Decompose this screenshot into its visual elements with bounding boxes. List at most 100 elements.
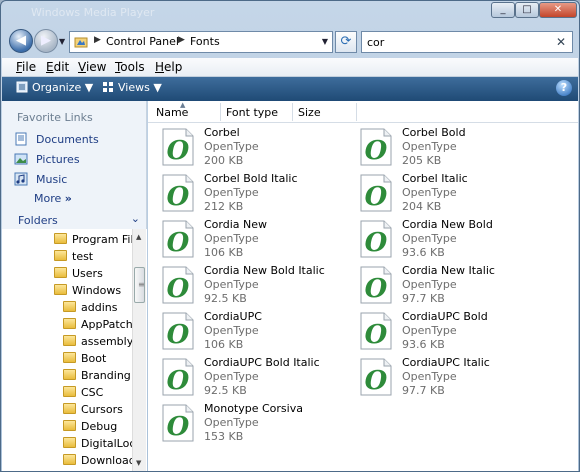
tree-item-addins[interactable]: addins [63,301,117,317]
breadcrumb-chevron-icon[interactable]: ▶ [94,35,101,45]
tree-item-downloaded[interactable]: Download [63,454,136,470]
tree-item-digitallocker[interactable]: DigitalLock [63,437,142,453]
tree-item-label: addins [81,301,118,314]
window-title: Windows Media Player [31,6,155,19]
tree-item-test[interactable]: test [54,250,93,266]
menu-help[interactable]: Help [155,60,182,74]
font-name: CordiaUPC Bold [402,310,488,323]
breadcrumb-chevron-icon[interactable]: ▶ [178,35,185,45]
column-name[interactable]: Name [156,106,188,119]
folder-icon [63,437,76,448]
maximize-button[interactable]: □ [515,2,539,18]
back-button[interactable]: ◀ [9,29,33,53]
address-dropdown-icon[interactable]: ▼ [322,37,328,46]
tree-item-csc[interactable]: CSC [63,386,103,402]
breadcrumb-control-panel[interactable]: Control Panel [106,35,179,48]
menu-help-label: elp [164,60,183,74]
title-bar: Windows Media Player _ □ ✕ [1,1,579,25]
tree-item-windows[interactable]: Windows [54,284,121,300]
organize-button[interactable]: Organize ▼ [16,81,93,94]
font-name: Corbel Bold [402,126,466,139]
forward-button[interactable]: ▶ [34,29,58,53]
column-divider[interactable] [220,103,221,121]
folders-header[interactable]: Folders ⌄ [6,211,144,229]
font-item[interactable]: O Corbel OpenType 200 KB [150,125,350,169]
tree-item-label: Users [72,267,103,280]
menu-file[interactable]: File [16,60,36,74]
font-item[interactable]: O Monotype Corsiva OpenType 153 KB [150,401,350,445]
menu-view[interactable]: View [78,60,106,74]
tree-item-users[interactable]: Users [54,267,103,283]
font-item[interactable]: O Corbel Italic OpenType 204 KB [348,171,548,215]
tree-item-program-files[interactable]: Program File [54,233,140,249]
font-size: 92.5 KB [204,384,247,397]
minimize-button[interactable]: _ [491,2,515,18]
font-item[interactable]: O CordiaUPC OpenType 106 KB [150,309,350,353]
font-item[interactable]: O Corbel Bold Italic OpenType 212 KB [150,171,350,215]
tree-item-debug[interactable]: Debug [63,420,117,436]
folder-icon [63,420,76,431]
help-icon[interactable]: ? [556,80,572,96]
scroll-thumb[interactable]: ≡ [134,267,145,303]
recent-pages-dropdown[interactable]: ▼ [59,37,65,46]
opentype-font-icon: O [360,174,392,212]
tree-item-label: test [72,250,94,263]
tree-item-assembly[interactable]: assembly [63,335,133,351]
folder-tree: Program File test Users Windows addins A… [2,229,147,471]
opentype-font-icon: O [360,358,392,396]
documents-icon [15,132,27,146]
font-size: 97.7 KB [402,292,445,305]
nav-link-pictures[interactable]: Pictures [36,153,80,166]
address-row: ◀ ▶ ▼ ▶ Control Panel ▶ Fonts ▼ ⟳ cor ✕ [1,27,579,57]
search-input[interactable]: cor ✕ [361,31,573,53]
folder-icon [63,386,76,397]
close-button[interactable]: ✕ [539,2,577,18]
column-divider[interactable] [292,103,293,121]
column-header-row: ▲ Name Font type Size [148,101,578,123]
navigation-pane: Favorite Links Documents Pictures Music … [2,101,147,471]
font-type: OpenType [204,416,259,429]
tree-item-boot[interactable]: Boot [63,352,106,368]
font-item[interactable]: O Cordia New Bold OpenType 93.6 KB [348,217,548,261]
font-item[interactable]: O Cordia New OpenType 106 KB [150,217,350,261]
font-name: CordiaUPC Bold Italic [204,356,320,369]
svg-text:O: O [167,274,190,304]
refresh-button[interactable]: ⟳ [335,31,357,53]
scroll-down-icon[interactable]: ▼ [136,459,141,467]
tree-item-label: Program File [72,233,141,246]
menu-edit[interactable]: Edit [46,60,69,74]
organize-label: Organize [32,81,82,94]
nav-more-link[interactable]: More » [34,192,72,205]
menu-tools[interactable]: Tools [115,60,145,74]
column-font-type[interactable]: Font type [226,106,278,119]
font-item[interactable]: O CordiaUPC Italic OpenType 97.7 KB [348,355,548,399]
font-size: 205 KB [402,154,442,167]
nav-link-documents[interactable]: Documents [36,133,99,146]
tree-item-cursors[interactable]: Cursors [63,403,123,419]
font-item[interactable]: O Corbel Bold OpenType 205 KB [348,125,548,169]
font-size: 204 KB [402,200,442,213]
font-item[interactable]: O CordiaUPC Bold OpenType 93.6 KB [348,309,548,353]
scroll-up-icon[interactable]: ▲ [136,233,141,241]
nav-link-music[interactable]: Music [36,173,67,186]
opentype-font-icon: O [162,174,194,212]
opentype-font-icon: O [360,312,392,350]
font-item[interactable]: O Cordia New Bold Italic OpenType 92.5 KB [150,263,350,307]
font-item[interactable]: O CordiaUPC Bold Italic OpenType 92.5 KB [150,355,350,399]
font-size: 93.6 KB [402,338,445,351]
address-bar[interactable]: ▶ Control Panel ▶ Fonts ▼ [69,31,333,53]
column-size[interactable]: Size [298,106,321,119]
tree-scrollbar[interactable]: ▲ ≡ ▼ [132,229,146,471]
svg-text:O: O [167,320,190,350]
breadcrumb-fonts[interactable]: Fonts [190,35,220,48]
font-name: Cordia New Italic [402,264,495,277]
tree-item-apppatch[interactable]: AppPatch [63,318,133,334]
organize-icon [16,81,28,93]
svg-text:O: O [167,228,190,258]
font-item[interactable]: O Cordia New Italic OpenType 97.7 KB [348,263,548,307]
tree-item-branding[interactable]: Branding [63,369,131,385]
font-name: Corbel Bold Italic [204,172,298,185]
column-divider[interactable] [356,103,357,121]
clear-search-icon[interactable]: ✕ [556,35,566,49]
views-button[interactable]: Views ▼ [102,81,162,94]
